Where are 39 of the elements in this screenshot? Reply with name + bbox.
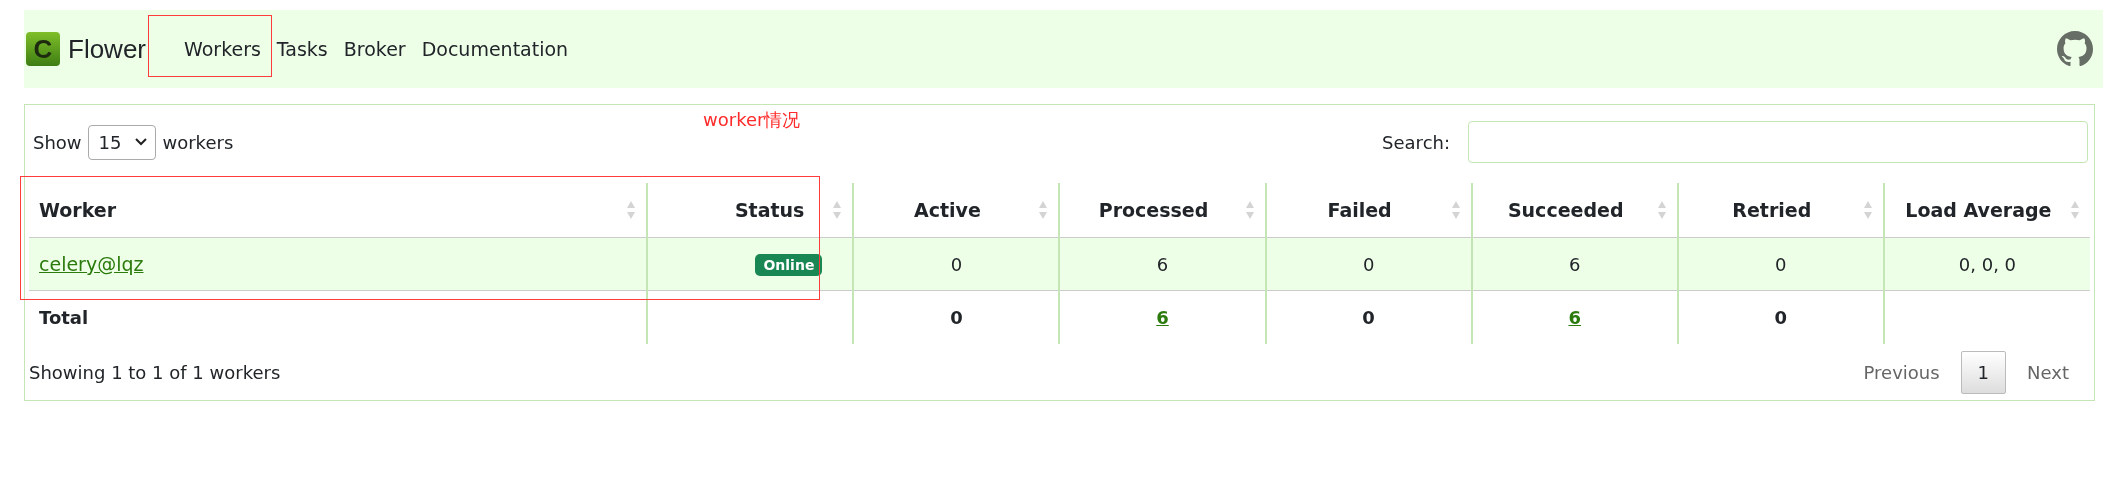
sort-icon <box>832 200 843 220</box>
total-value: 0 <box>1362 306 1375 328</box>
brand-link[interactable]: Flower <box>68 33 146 65</box>
table-cell: 0 <box>1265 237 1472 291</box>
total-value: 0 <box>1774 306 1788 328</box>
nav-link[interactable]: Tasks <box>268 30 336 68</box>
github-icon[interactable] <box>2057 31 2093 67</box>
column-header[interactable]: Worker <box>29 183 648 238</box>
sort-icon <box>1656 200 1667 220</box>
workers-label: workers <box>162 131 234 153</box>
nav-link[interactable]: Workers <box>176 30 269 68</box>
sort-icon <box>1038 200 1049 220</box>
total-link[interactable]: 6 <box>1568 306 1581 328</box>
worker-link[interactable]: celery@lqz <box>39 253 144 275</box>
table-cell: 0, 0, 0 <box>1883 237 2090 291</box>
search-label: Search: <box>1382 131 1450 153</box>
table-cell: 0 <box>853 237 1060 291</box>
logo-icon: C <box>26 32 60 66</box>
page-length-select[interactable]: 15 <box>87 124 157 160</box>
table-cell: 0 <box>1677 237 1884 291</box>
table-cell: 6 <box>1471 237 1678 291</box>
status-badge: Online <box>755 253 823 276</box>
sort-icon <box>1450 200 1461 220</box>
nav-link[interactable]: Documentation <box>413 30 577 68</box>
sort-icon <box>626 200 637 220</box>
nav-link[interactable]: Broker <box>335 30 414 68</box>
show-label: Show <box>33 131 82 153</box>
total-link[interactable]: 6 <box>1156 306 1169 328</box>
sort-icon <box>1244 200 1255 220</box>
info-text: Showing 1 to 1 of 1 workers <box>29 361 281 383</box>
sort-icon <box>1862 200 1873 220</box>
total-value: 0 <box>950 306 963 328</box>
table-cell: 6 <box>1059 237 1266 291</box>
page-button[interactable]: 1 <box>1960 350 2007 394</box>
search-field[interactable] <box>1468 121 2088 163</box>
annotation-note: worker情况 <box>703 108 801 132</box>
chevron-down-icon <box>135 138 148 146</box>
table-cell: Total <box>29 290 648 344</box>
sort-icon <box>2070 200 2080 220</box>
